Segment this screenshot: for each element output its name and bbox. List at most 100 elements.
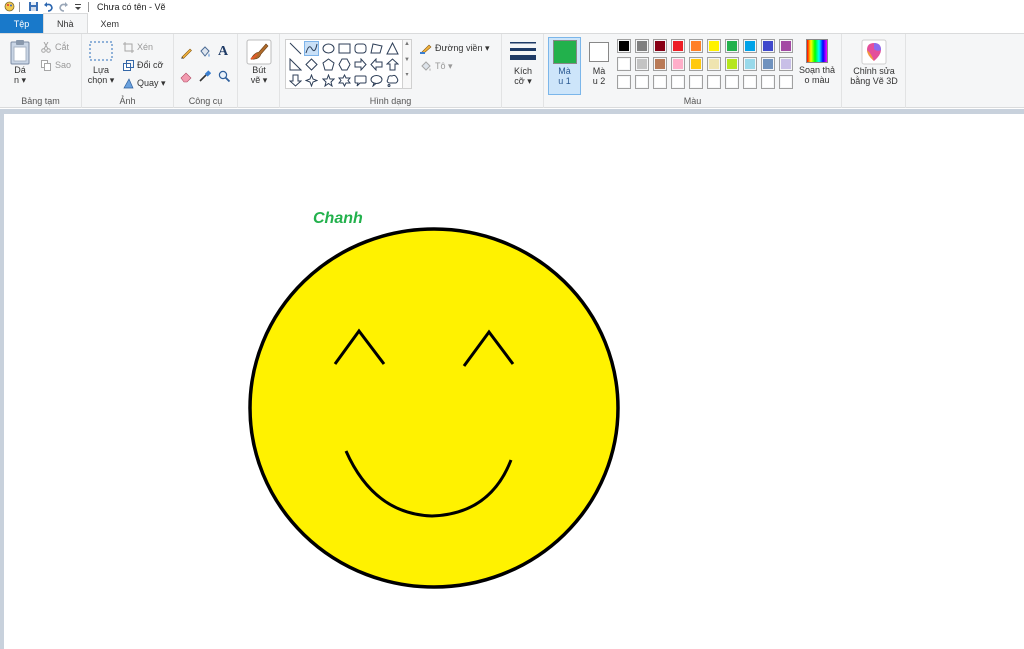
- scissors-icon: [40, 41, 52, 53]
- oval-callout-shape-icon[interactable]: [369, 73, 384, 88]
- diamond-shape-icon[interactable]: [304, 57, 319, 72]
- palette-swatch[interactable]: [671, 75, 685, 89]
- fill-icon: [420, 60, 432, 72]
- color-palette: [617, 39, 799, 97]
- undo-icon[interactable]: [42, 1, 54, 12]
- polygon-shape-icon[interactable]: [369, 41, 384, 56]
- palette-swatch[interactable]: [707, 39, 721, 53]
- palette-swatch[interactable]: [707, 75, 721, 89]
- palette-swatch[interactable]: [707, 57, 721, 71]
- palette-swatch[interactable]: [671, 57, 685, 71]
- palette-swatch[interactable]: [653, 57, 667, 71]
- palette-swatch-fill: [763, 77, 773, 87]
- tab-home[interactable]: Nhà: [43, 13, 88, 33]
- tab-view[interactable]: Xem: [88, 14, 133, 33]
- clipboard-group-label: Bảng tạm: [21, 96, 60, 106]
- palette-swatch[interactable]: [779, 39, 793, 53]
- image-group: Lựa chọn ▾ Xén Đổi cỡ Quay ▾ Ảnh: [82, 34, 174, 108]
- hexagon-shape-icon[interactable]: [337, 57, 352, 72]
- palette-swatch[interactable]: [743, 39, 757, 53]
- palette-swatch[interactable]: [635, 39, 649, 53]
- paint3d-icon: [844, 39, 904, 66]
- palette-swatch[interactable]: [743, 75, 757, 89]
- five-point-star-shape-icon[interactable]: [321, 73, 336, 88]
- select-button[interactable]: Lựa chọn ▾: [85, 39, 117, 85]
- outline-button[interactable]: Đường viền ▾: [420, 42, 489, 54]
- edit-with-paint3d-button[interactable]: Chỉnh sửa bằng Vẽ 3D: [844, 39, 904, 86]
- palette-swatch[interactable]: [635, 57, 649, 71]
- palette-swatch[interactable]: [725, 57, 739, 71]
- copy-button[interactable]: Sao: [40, 59, 71, 71]
- palette-swatch[interactable]: [671, 39, 685, 53]
- palette-swatch[interactable]: [779, 57, 793, 71]
- cut-button[interactable]: Cắt: [40, 41, 69, 53]
- shapes-scrollbar[interactable]: ▲ ▼ ▾: [403, 39, 412, 89]
- palette-swatch[interactable]: [689, 39, 703, 53]
- palette-swatch[interactable]: [617, 39, 631, 53]
- colors-group-label: Màu: [683, 96, 702, 106]
- fill-label: Tô: [435, 61, 446, 71]
- left-arrow-shape-icon[interactable]: [369, 57, 384, 72]
- palette-swatch[interactable]: [761, 75, 775, 89]
- drawing-canvas[interactable]: Chanh: [4, 114, 1024, 649]
- resize-button[interactable]: Đổi cỡ: [122, 59, 163, 71]
- eraser-icon[interactable]: [180, 70, 193, 83]
- right-arrow-shape-icon[interactable]: [353, 57, 368, 72]
- palette-swatch[interactable]: [761, 39, 775, 53]
- color2-label-2: u 2: [592, 76, 606, 86]
- fill-button[interactable]: Tô ▾: [420, 60, 453, 72]
- ribbon-tabs: Tệp Nhà Xem: [0, 13, 1024, 33]
- paint-app-icon[interactable]: [3, 1, 15, 12]
- redo-icon[interactable]: [57, 1, 69, 12]
- magnifier-icon[interactable]: [218, 70, 231, 83]
- size-button[interactable]: Kích cỡ ▾: [506, 40, 540, 86]
- color2-swatch: [589, 42, 609, 62]
- palette-swatch[interactable]: [689, 57, 703, 71]
- palette-swatch[interactable]: [689, 75, 703, 89]
- up-arrow-shape-icon[interactable]: [385, 57, 400, 72]
- rounded-callout-shape-icon[interactable]: [353, 73, 368, 88]
- palette-swatch[interactable]: [653, 39, 667, 53]
- brushes-group: Bút vẽ ▾: [238, 34, 280, 108]
- tab-file[interactable]: Tệp: [0, 14, 43, 33]
- cloud-callout-shape-icon[interactable]: [385, 73, 400, 88]
- palette-swatch[interactable]: [653, 75, 667, 89]
- palette-swatch[interactable]: [617, 57, 631, 71]
- color2-button[interactable]: Mà u 2: [584, 39, 614, 86]
- palette-swatch[interactable]: [725, 39, 739, 53]
- copy-label: Sao: [55, 60, 72, 70]
- palette-swatch[interactable]: [725, 75, 739, 89]
- oval-shape-icon[interactable]: [321, 41, 336, 56]
- down-arrow-shape-icon[interactable]: [288, 73, 303, 88]
- rounded-rectangle-shape-icon[interactable]: [353, 41, 368, 56]
- tools-group-label: Công cụ: [188, 96, 223, 106]
- palette-swatch[interactable]: [635, 75, 649, 89]
- pencil-icon[interactable]: [180, 46, 193, 59]
- save-icon[interactable]: [27, 1, 39, 12]
- color-picker-icon[interactable]: [198, 70, 211, 83]
- paste-button[interactable]: Dá n ▾: [6, 39, 34, 85]
- edit-colors-button[interactable]: Soạn thả o màu: [796, 39, 838, 85]
- crop-button[interactable]: Xén: [122, 41, 153, 53]
- palette-swatch[interactable]: [743, 57, 757, 71]
- palette-swatch-fill: [655, 77, 665, 87]
- text-tool-icon[interactable]: A: [218, 44, 228, 60]
- rotate-icon: [122, 77, 134, 89]
- brushes-button[interactable]: Bút vẽ ▾: [243, 39, 275, 85]
- palette-swatch[interactable]: [617, 75, 631, 89]
- rectangle-shape-icon[interactable]: [337, 41, 352, 56]
- rotate-button[interactable]: Quay ▾: [122, 77, 166, 89]
- palette-swatch[interactable]: [761, 57, 775, 71]
- palette-swatch[interactable]: [779, 75, 793, 89]
- pentagon-shape-icon[interactable]: [321, 57, 336, 72]
- customize-quick-access-icon[interactable]: [72, 1, 84, 12]
- fill-bucket-icon[interactable]: [198, 46, 211, 59]
- brushes-label-2: vẽ: [250, 75, 261, 85]
- triangle-shape-icon[interactable]: [385, 41, 400, 56]
- four-point-star-shape-icon[interactable]: [304, 73, 319, 88]
- right-triangle-shape-icon[interactable]: [288, 57, 303, 72]
- color1-button[interactable]: Mà u 1: [548, 37, 581, 95]
- curve-shape-icon[interactable]: [304, 41, 319, 56]
- six-point-star-shape-icon[interactable]: [337, 73, 352, 88]
- line-shape-icon[interactable]: [288, 41, 303, 56]
